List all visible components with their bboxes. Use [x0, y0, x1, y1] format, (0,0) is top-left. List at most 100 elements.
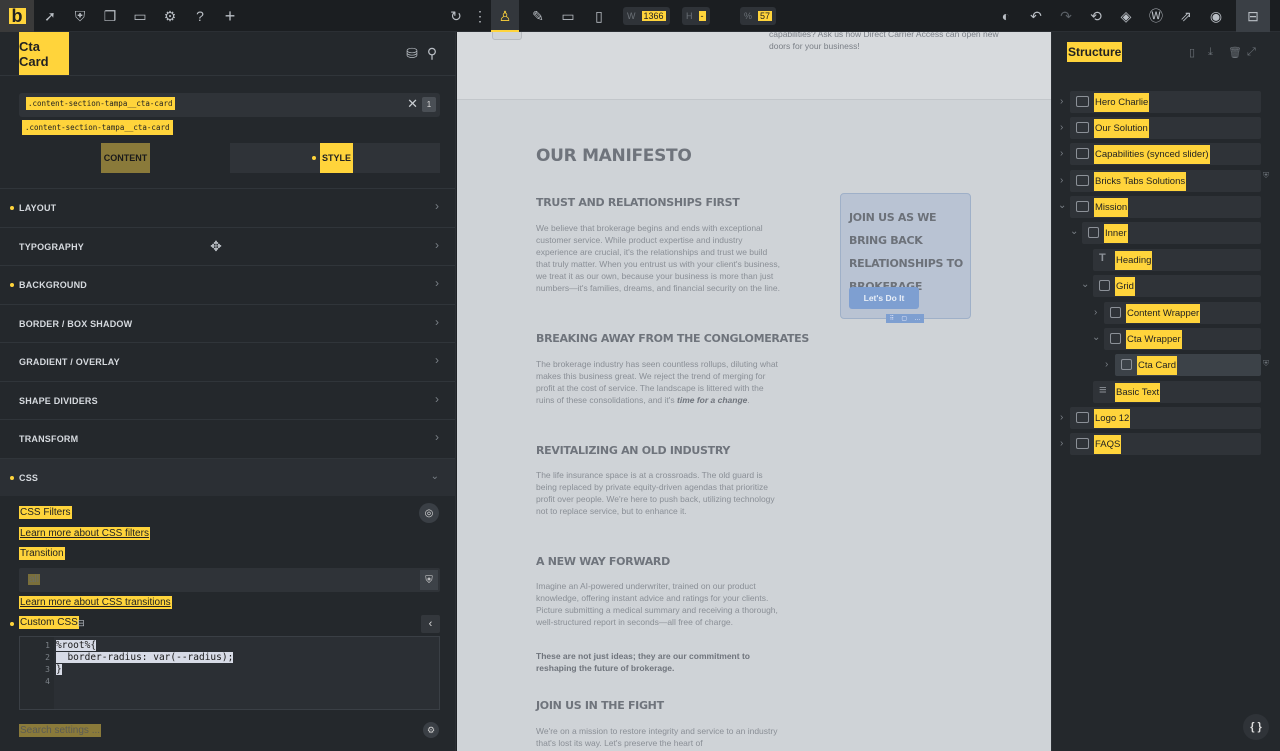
bricks-logo[interactable]: b — [0, 0, 34, 32]
gear-icon[interactable]: ⚙ — [423, 722, 439, 738]
block-text-bold[interactable]: These are not just ideas; they are our c… — [536, 650, 781, 674]
block-text[interactable]: Imagine an AI-powered underwriter, train… — [536, 580, 781, 628]
cta-button[interactable]: Let's Do It — [849, 287, 919, 309]
move-icon[interactable]: ⠿ — [890, 315, 894, 322]
more-vertical-icon[interactable]: ⋮ — [470, 6, 490, 26]
cta-card[interactable]: JOIN US AS WE BRING BACK RELATIONSHIPS T… — [840, 193, 971, 319]
block-heading[interactable]: TRUST AND RELATIONSHIPS FIRST — [536, 196, 740, 209]
section-layout[interactable]: LAYOUT › — [0, 188, 455, 226]
close-icon[interactable]: ✕ — [407, 96, 418, 112]
redo-icon[interactable]: ↷ — [1056, 6, 1076, 26]
expand-icon[interactable]: ⤢ — [1247, 46, 1256, 59]
block-heading[interactable]: JOIN US IN THE FIGHT — [536, 699, 664, 712]
chevron-right-icon[interactable]: › — [1060, 96, 1063, 107]
element-toolbar[interactable]: ⠿ ▢ … — [886, 314, 924, 323]
wordpress-icon[interactable]: Ⓦ — [1146, 6, 1166, 26]
block-heading[interactable]: BREAKING AWAY FROM THE CONGLOMERATES — [536, 332, 809, 345]
block-text[interactable]: The life insurance space is at a crossro… — [536, 469, 781, 517]
tree-item-grid[interactable]: ⌄ Grid — [1081, 275, 1261, 297]
download-icon[interactable]: ⤓ — [1208, 46, 1213, 59]
chevron-right-icon[interactable]: › — [1094, 307, 1097, 318]
refresh-icon[interactable]: ↻ — [446, 6, 466, 26]
database-icon[interactable]: ⛁ — [402, 43, 422, 63]
zoom-field[interactable]: % 57 — [740, 7, 777, 25]
css-transitions-link[interactable]: Learn more about CSS transitions — [19, 596, 172, 609]
chevron-down-icon[interactable]: ⌄ — [1058, 200, 1066, 211]
section-shape-dividers[interactable]: SHAPE DIVIDERS › — [0, 381, 455, 419]
layers-icon[interactable]: ◈ — [1116, 6, 1136, 26]
tab-style-container[interactable]: STYLE — [230, 143, 440, 173]
duplicate-icon[interactable]: ▢ — [901, 315, 907, 322]
tablet-landscape-icon[interactable]: ▭ — [558, 6, 578, 26]
chevron-right-icon[interactable]: › — [1060, 148, 1063, 159]
more-icon[interactable]: … — [914, 316, 920, 322]
tree-item-basic-text[interactable]: Basic Text — [1093, 381, 1261, 403]
pages-icon[interactable]: ❐ — [100, 6, 120, 26]
block-text[interactable]: We believe that brokerage begins and end… — [536, 222, 781, 294]
block-text[interactable]: We're on a mission to restore integrity … — [536, 725, 781, 749]
height-field[interactable]: H- — [682, 7, 710, 25]
code-braces-icon[interactable]: { } — [1243, 714, 1269, 740]
chevron-right-icon[interactable]: › — [1060, 412, 1063, 423]
history-icon[interactable]: ⟲ — [1086, 6, 1106, 26]
search-settings-input[interactable]: Search settings ... — [19, 724, 102, 737]
tree-item-mission[interactable]: ⌄ Mission — [1058, 196, 1261, 218]
block-heading[interactable]: REVITALIZING AN OLD INDUSTRY — [536, 444, 730, 457]
chevron-down-icon[interactable]: ⌄ — [1081, 279, 1089, 290]
section-transform[interactable]: TRANSFORM › — [0, 419, 455, 457]
tree-item-content-wrapper[interactable]: › Content Wrapper — [1094, 302, 1261, 324]
tree-item-hero-charlie[interactable]: › Hero Charlie — [1060, 91, 1261, 113]
chevron-down-icon[interactable]: ⌄ — [1092, 332, 1100, 343]
tree-item-our-solution[interactable]: › Our Solution — [1060, 117, 1261, 139]
filter-icon[interactable]: ◎ — [419, 503, 439, 523]
css-filters-link[interactable]: Learn more about CSS filters — [19, 527, 150, 540]
manifesto-heading[interactable]: OUR MANIFESTO — [536, 146, 692, 166]
custom-css-editor[interactable]: 1234 %root%{ border-radius: var(--radius… — [19, 636, 440, 710]
transition-input[interactable]: all ⛨ — [19, 568, 440, 592]
code-content[interactable]: %root%{ border-radius: var(--radius); } — [56, 640, 234, 676]
shield-icon[interactable]: ⛨ — [70, 6, 90, 26]
chevron-right-icon[interactable]: › — [1105, 359, 1108, 370]
tab-style[interactable]: STYLE — [320, 143, 353, 173]
tree-item-heading[interactable]: T Heading — [1093, 249, 1261, 271]
tree-item-bricks-tabs-solutions[interactable]: › Bricks Tabs Solutions — [1060, 170, 1261, 192]
chevron-right-icon[interactable]: › — [1060, 175, 1063, 186]
builder-canvas[interactable]: capabilities? Ask us how Direct Carrier … — [457, 32, 1051, 751]
trash-icon[interactable]: 🗑 — [1228, 46, 1242, 59]
tree-item-capabilities[interactable]: › Capabilities (synced slider) — [1060, 143, 1261, 165]
css-selector-input[interactable]: .content-section-tampa__cta-card ✕ 1 — [19, 93, 440, 117]
preview-eye-icon[interactable]: ◉ — [1206, 6, 1226, 26]
desktop-breakpoint-icon[interactable]: ♙ — [495, 6, 515, 26]
tab-content[interactable]: CONTENT — [101, 143, 150, 173]
add-icon[interactable]: + — [220, 6, 240, 26]
tree-item-logo-12[interactable]: › Logo 12 — [1060, 407, 1261, 429]
save-icon[interactable]: ⊟ — [1236, 0, 1270, 32]
active-class-tag[interactable]: .content-section-tampa__cta-card — [22, 120, 173, 135]
cursor-icon[interactable]: ➚ — [40, 6, 60, 26]
section-typography[interactable]: TYPOGRAPHY ✥ › — [0, 227, 455, 265]
undo-icon[interactable]: ↶ — [1026, 6, 1046, 26]
tree-item-inner[interactable]: ⌄ Inner — [1070, 222, 1261, 244]
width-field[interactable]: W 1366 — [623, 7, 670, 25]
chevron-left-icon[interactable]: ‹ — [421, 615, 440, 633]
folder-icon[interactable]: ▭ — [130, 6, 150, 26]
section-gradient-overlay[interactable]: GRADIENT / OVERLAY › — [0, 342, 455, 380]
chevron-down-icon[interactable]: ⌄ — [1070, 226, 1078, 237]
cta-heading[interactable]: JOIN US AS WE BRING BACK RELATIONSHIPS T… — [849, 206, 964, 298]
tree-item-cta-wrapper[interactable]: ⌄ Cta Wrapper — [1092, 328, 1261, 350]
help-icon[interactable]: ? — [190, 6, 210, 26]
bulb-icon[interactable]: ⚲ — [422, 43, 442, 63]
chevron-right-icon[interactable]: › — [1060, 122, 1063, 133]
variable-picker-icon[interactable]: ⛨ — [420, 570, 438, 590]
mobile-icon[interactable]: ▯ — [589, 6, 609, 26]
chevron-right-icon[interactable]: › — [1060, 438, 1063, 449]
external-link-icon[interactable]: ⇗ — [1176, 6, 1196, 26]
tree-item-faqs[interactable]: › FAQS — [1060, 433, 1261, 455]
section-css[interactable]: CSS ⌄ — [0, 458, 455, 496]
edit-breakpoint-icon[interactable]: ✎ — [528, 6, 548, 26]
section-background[interactable]: BACKGROUND › — [0, 265, 455, 303]
clipboard-icon[interactable]: ▯ — [1189, 46, 1195, 59]
block-heading[interactable]: A NEW WAY FORWARD — [536, 555, 670, 568]
gear-icon[interactable]: ⚙ — [160, 6, 180, 26]
block-text[interactable]: The brokerage industry has seen countles… — [536, 358, 781, 406]
